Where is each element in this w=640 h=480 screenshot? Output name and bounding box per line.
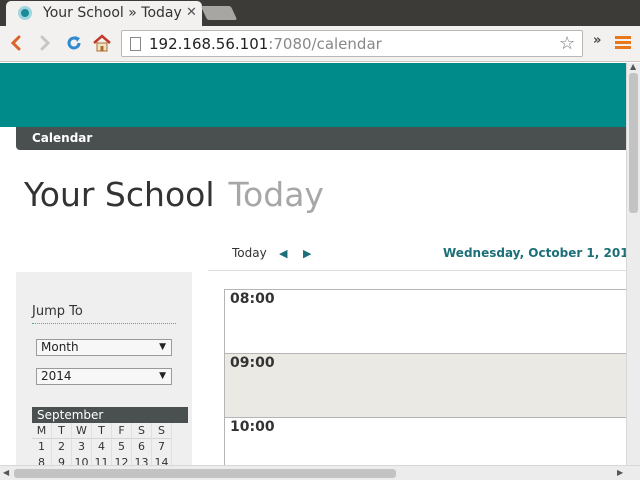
back-button[interactable]	[6, 33, 26, 53]
tab-strip: Your School » Today ✕	[0, 0, 640, 26]
time-slot-label: 09:00	[230, 355, 275, 371]
scroll-up-icon[interactable]: ▲	[630, 62, 636, 71]
day-cell[interactable]: 10	[72, 455, 92, 465]
page-title: Your School Today	[24, 175, 324, 214]
mini-calendar-weekdays: M T W T F S S	[32, 423, 188, 439]
scroll-left-icon[interactable]: ◀	[3, 468, 9, 477]
extensions-overflow-button[interactable]: »	[593, 33, 601, 48]
scroll-right-icon[interactable]: ▶	[617, 468, 623, 477]
weekday-label: S	[152, 423, 172, 439]
page-icon	[130, 37, 141, 51]
sidebar: Jump To Month ▼ 2014 ▼ September M T W T F…	[16, 272, 192, 465]
forward-icon	[40, 35, 51, 51]
month-select-value: Month	[41, 340, 79, 354]
mini-calendar-week: 8 9 10 11 12 13 14	[32, 455, 188, 465]
page-title-subtitle: Today	[228, 175, 324, 214]
year-select[interactable]: 2014 ▼	[36, 368, 172, 385]
main-navbar: Calendar	[16, 127, 626, 150]
day-cell[interactable]: 14	[152, 455, 172, 465]
weekday-label: W	[72, 423, 92, 439]
time-slot-label: 10:00	[230, 419, 275, 435]
time-slot[interactable]: 08:00	[224, 290, 626, 354]
nav-item-calendar[interactable]: Calendar	[32, 131, 92, 145]
favicon-icon	[18, 6, 32, 20]
day-cell[interactable]: 9	[52, 455, 72, 465]
day-cell[interactable]: 13	[132, 455, 152, 465]
new-tab-button[interactable]	[200, 6, 238, 20]
chevron-down-icon: ▼	[159, 371, 166, 381]
day-view-grid: 08:00 09:00 10:00	[224, 289, 626, 465]
year-select-value: 2014	[41, 369, 72, 383]
star-icon[interactable]: ☆	[559, 33, 575, 54]
time-slot[interactable]: 10:00	[224, 418, 626, 465]
prev-day-icon[interactable]: ◀	[279, 247, 287, 260]
horizontal-scrollbar[interactable]: ◀ ▶	[0, 465, 640, 480]
chevron-down-icon: ▼	[159, 342, 166, 352]
back-icon	[10, 35, 21, 51]
menu-icon[interactable]	[615, 36, 631, 50]
weekday-label: T	[92, 423, 112, 439]
day-cell[interactable]: 11	[92, 455, 112, 465]
mini-calendar-month: September	[32, 407, 188, 423]
browser-toolbar: 192.168.56.101:7080/calendar ☆	[0, 26, 640, 62]
month-select[interactable]: Month ▼	[36, 339, 172, 356]
tab-close-icon[interactable]: ✕	[186, 5, 197, 20]
browser-tab[interactable]: Your School » Today ✕	[6, 1, 202, 26]
time-slot-label: 08:00	[230, 291, 275, 307]
day-cell[interactable]: 4	[92, 439, 112, 455]
address-bar[interactable]: 192.168.56.101:7080/calendar ☆	[121, 30, 583, 57]
day-cell[interactable]: 6	[132, 439, 152, 455]
day-cell[interactable]: 7	[152, 439, 172, 455]
url-text[interactable]: 192.168.56.101:7080/calendar	[149, 35, 382, 53]
vertical-scrollbar[interactable]: ▲	[626, 62, 640, 465]
header-banner	[0, 63, 626, 127]
url-path: :7080/calendar	[268, 35, 382, 53]
page-viewport: Calendar Your School Today Today ◀ ▶ Wedn…	[0, 63, 626, 465]
reload-icon	[67, 36, 81, 50]
time-slot[interactable]: 09:00	[224, 354, 626, 418]
day-cell[interactable]: 1	[32, 439, 52, 455]
page-title-main: Your School	[24, 175, 215, 214]
day-cell[interactable]: 8	[32, 455, 52, 465]
weekday-label: M	[32, 423, 52, 439]
jump-to-rule	[32, 323, 176, 324]
current-date-heading: Wednesday, October 1, 2014	[443, 246, 626, 260]
day-cell[interactable]: 12	[112, 455, 132, 465]
weekday-label: S	[132, 423, 152, 439]
mini-calendar-week: 1 2 3 4 5 6 7	[32, 439, 188, 455]
weekday-label: F	[112, 423, 132, 439]
day-cell[interactable]: 2	[52, 439, 72, 455]
weekday-label: T	[52, 423, 72, 439]
mini-calendar: September M T W T F S S 1 2 3 4 5 6 7 8	[32, 407, 188, 465]
today-button[interactable]: Today	[232, 246, 267, 260]
toolbar-divider	[208, 270, 626, 271]
home-icon	[93, 34, 111, 52]
tab-title: Your School » Today	[43, 5, 182, 21]
jump-to-heading: Jump To	[32, 304, 83, 319]
forward-button[interactable]	[35, 33, 55, 53]
next-day-icon[interactable]: ▶	[303, 247, 311, 260]
day-cell[interactable]: 5	[112, 439, 132, 455]
day-cell[interactable]: 3	[72, 439, 92, 455]
url-host: 192.168.56.101	[149, 35, 269, 53]
home-button[interactable]	[92, 33, 112, 53]
horizontal-scroll-thumb[interactable]	[14, 469, 396, 478]
vertical-scroll-thumb[interactable]	[629, 73, 638, 213]
reload-button[interactable]	[64, 33, 84, 53]
